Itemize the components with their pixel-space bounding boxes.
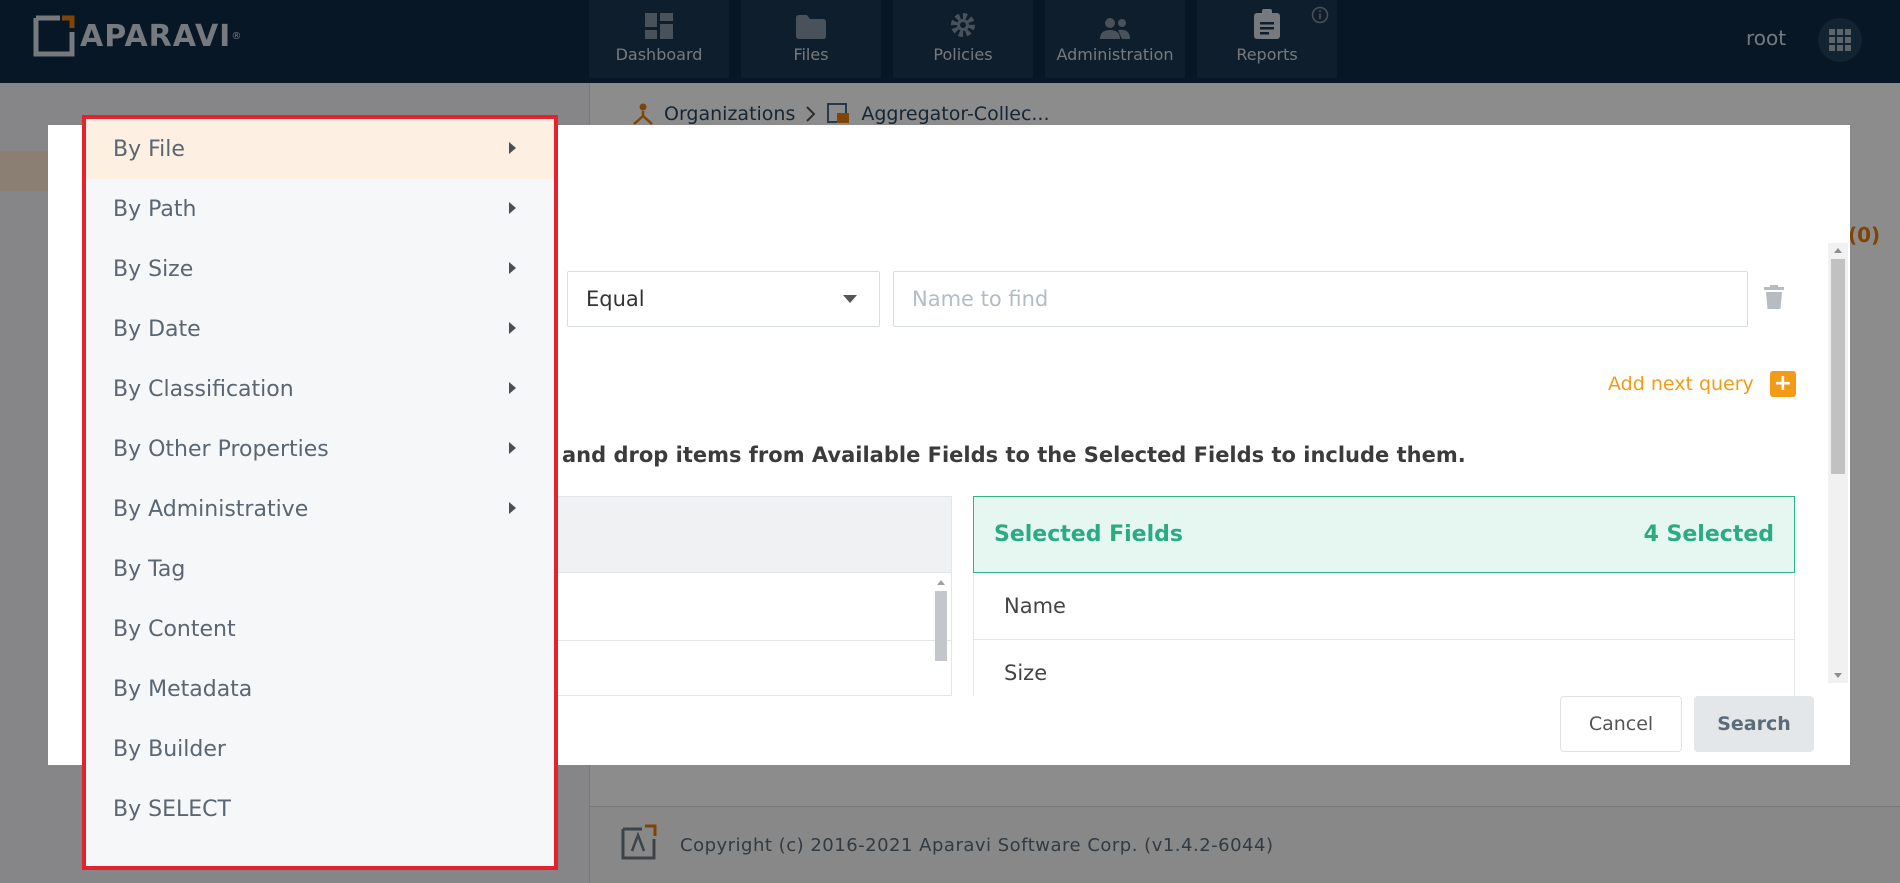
caret-right-icon	[509, 142, 516, 154]
menu-item-label: By Tag	[113, 556, 186, 582]
menu-item-label: By Other Properties	[113, 436, 329, 462]
field-instructions: and drop items from Available Fields to …	[562, 443, 1466, 467]
menu-item-label: By Path	[113, 196, 197, 222]
selected-field-name[interactable]: Name	[973, 573, 1795, 640]
menu-item-label: By Metadata	[113, 676, 253, 702]
trash-icon[interactable]	[1764, 285, 1784, 309]
menu-item-by-administrative[interactable]: By Administrative	[86, 479, 554, 539]
selected-fields-panel: Selected Fields 4 Selected Name Size	[973, 496, 1795, 696]
available-fields-scrollbar[interactable]	[933, 577, 949, 696]
search-button[interactable]: Search	[1694, 696, 1814, 752]
caret-right-icon	[509, 202, 516, 214]
available-field-row[interactable]	[558, 573, 951, 641]
menu-item-label: By Builder	[113, 736, 226, 762]
selected-fields-count: 4 Selected	[1643, 522, 1774, 547]
menu-item-by-date[interactable]: By Date	[86, 299, 554, 359]
menu-item-by-file[interactable]: By File	[86, 119, 554, 179]
menu-item-by-content[interactable]: By Content	[86, 599, 554, 659]
menu-item-label: By Size	[113, 256, 194, 282]
operator-select[interactable]: Equal	[567, 271, 880, 327]
available-fields-panel	[557, 496, 952, 696]
menu-item-by-builder[interactable]: By Builder	[86, 719, 554, 779]
add-next-query-label: Add next query	[1608, 373, 1754, 395]
selected-field-size[interactable]: Size	[973, 640, 1795, 696]
selected-fields-title: Selected Fields	[994, 522, 1183, 547]
menu-item-by-size[interactable]: By Size	[86, 239, 554, 299]
menu-item-by-select[interactable]: By SELECT	[86, 779, 554, 839]
available-fields-header	[558, 497, 951, 573]
add-next-query-button[interactable]: Add next query +	[1608, 371, 1796, 397]
menu-item-label: By File	[113, 136, 185, 162]
menu-item-label: By Administrative	[113, 496, 309, 522]
caret-right-icon	[509, 322, 516, 334]
menu-item-label: By Date	[113, 316, 201, 342]
cancel-button[interactable]: Cancel	[1560, 696, 1682, 752]
menu-item-label: By SELECT	[113, 796, 231, 822]
menu-item-label: By Classification	[113, 376, 294, 402]
menu-item-by-other-properties[interactable]: By Other Properties	[86, 419, 554, 479]
menu-item-by-path[interactable]: By Path	[86, 179, 554, 239]
name-search-input[interactable]	[893, 271, 1748, 327]
operator-value: Equal	[586, 287, 645, 311]
menu-item-label: By Content	[113, 616, 236, 642]
menu-item-by-tag[interactable]: By Tag	[86, 539, 554, 599]
query-type-menu: By File By Path By Size By Date By Class…	[82, 115, 558, 870]
dialog-scrollbar[interactable]	[1828, 243, 1848, 683]
caret-down-icon	[843, 295, 857, 303]
selected-fields-header: Selected Fields 4 Selected	[973, 496, 1795, 573]
caret-right-icon	[509, 502, 516, 514]
menu-item-by-metadata[interactable]: By Metadata	[86, 659, 554, 719]
caret-right-icon	[509, 382, 516, 394]
caret-right-icon	[509, 262, 516, 274]
caret-right-icon	[509, 442, 516, 454]
plus-icon: +	[1769, 371, 1796, 397]
menu-item-by-classification[interactable]: By Classification	[86, 359, 554, 419]
